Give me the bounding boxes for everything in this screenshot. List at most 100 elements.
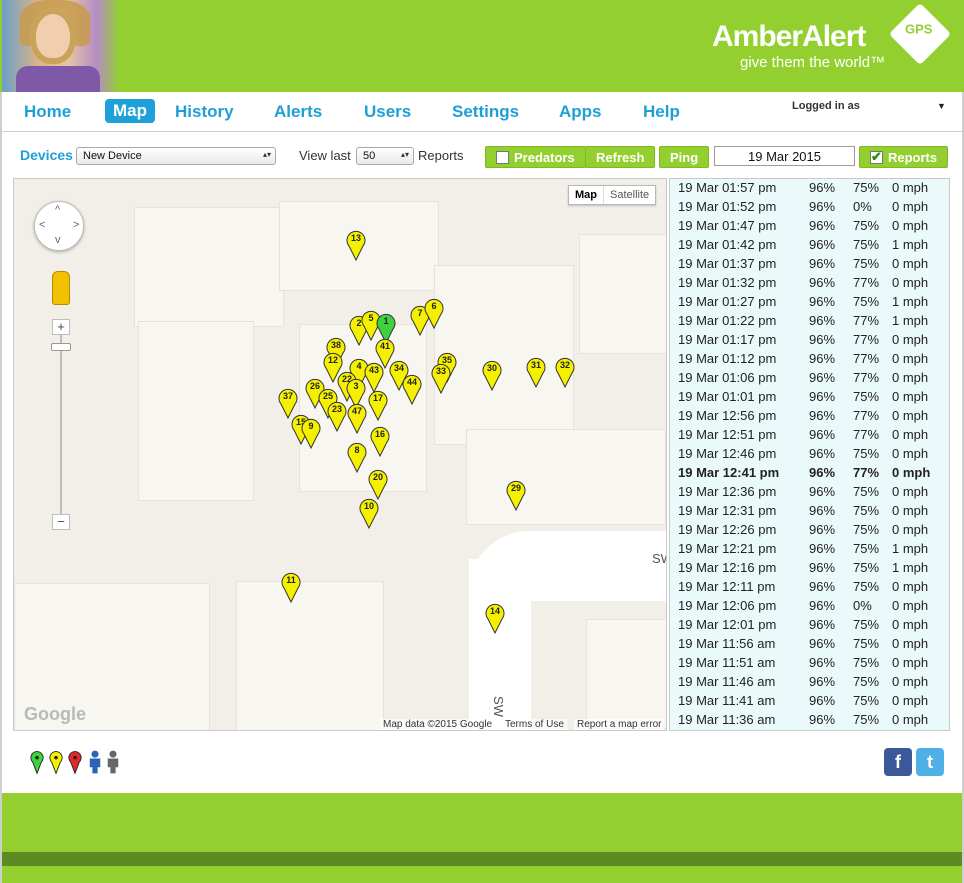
report-battery: 96% bbox=[809, 503, 836, 518]
report-time: 19 Mar 12:56 pm bbox=[678, 408, 777, 423]
report-row[interactable]: 19 Mar 12:46 pm 96% 75% 0 mph bbox=[670, 445, 949, 464]
main-nav: Home Map History Alerts Users Settings A… bbox=[2, 92, 962, 132]
report-row[interactable]: 19 Mar 12:21 pm 96% 75% 1 mph bbox=[670, 540, 949, 559]
report-row[interactable]: 19 Mar 12:01 pm 96% 75% 0 mph bbox=[670, 616, 949, 635]
report-row[interactable]: 19 Mar 12:36 pm 96% 75% 0 mph bbox=[670, 483, 949, 502]
site-footer bbox=[2, 793, 962, 883]
report-row[interactable]: 19 Mar 01:27 pm 96% 75% 1 mph bbox=[670, 293, 949, 312]
map-pin[interactable]: 32 bbox=[554, 356, 576, 388]
map-pin[interactable]: 9 bbox=[300, 417, 322, 449]
blue-person-icon[interactable] bbox=[88, 748, 102, 776]
map-pin[interactable]: 13 bbox=[345, 229, 367, 261]
zoom-slider-track[interactable] bbox=[60, 327, 62, 521]
map-pin[interactable]: 29 bbox=[505, 479, 527, 511]
map-type-map[interactable]: Map bbox=[569, 186, 604, 204]
report-speed: 1 mph bbox=[892, 237, 929, 252]
nav-help[interactable]: Help bbox=[643, 102, 680, 122]
map-pin[interactable]: 16 bbox=[369, 425, 391, 457]
map-view[interactable]: ^ < > v + − MapSatellite SW SW 132514176… bbox=[13, 178, 667, 731]
report-row[interactable]: 19 Mar 01:42 pm 96% 75% 1 mph bbox=[670, 236, 949, 255]
street-view-pegman-icon[interactable] bbox=[52, 271, 70, 305]
report-row[interactable]: 19 Mar 01:47 pm 96% 75% 0 mph bbox=[670, 217, 949, 236]
view-last-select[interactable]: 50 ▴▾ bbox=[356, 147, 414, 165]
reports-list[interactable]: 19 Mar 01:57 pm 96% 75% 0 mph 19 Mar 01:52 p… bbox=[669, 178, 950, 731]
report-row[interactable]: 19 Mar 12:31 pm 96% 75% 0 mph bbox=[670, 502, 949, 521]
report-speed: 0 mph bbox=[892, 427, 929, 442]
amberalert-logo[interactable]: AmberAlert GPS give them the world™ bbox=[712, 2, 952, 78]
report-row[interactable]: 19 Mar 12:16 pm 96% 75% 1 mph bbox=[670, 559, 949, 578]
report-row[interactable]: 19 Mar 11:36 am 96% 75% 0 mph bbox=[670, 711, 949, 730]
pan-control[interactable]: ^ < > v bbox=[34, 201, 84, 251]
report-time: 19 Mar 01:32 pm bbox=[678, 275, 777, 290]
date-field[interactable]: 19 Mar 2015 bbox=[714, 146, 855, 166]
nav-history[interactable]: History bbox=[175, 102, 234, 122]
map-pin[interactable]: 8 bbox=[346, 441, 368, 473]
red-pin-icon[interactable] bbox=[68, 748, 82, 776]
report-row[interactable]: 19 Mar 01:37 pm 96% 75% 0 mph bbox=[670, 255, 949, 274]
reports-toggle[interactable]: Reports bbox=[859, 146, 949, 168]
map-pin[interactable]: 17 bbox=[367, 389, 389, 421]
zoom-slider-knob[interactable] bbox=[51, 343, 71, 351]
map-pin[interactable]: 14 bbox=[484, 602, 506, 634]
map-pin[interactable]: 30 bbox=[481, 359, 503, 391]
report-row[interactable]: 19 Mar 11:56 am 96% 75% 0 mph bbox=[670, 635, 949, 654]
nav-users[interactable]: Users bbox=[364, 102, 411, 122]
report-row[interactable]: 19 Mar 01:22 pm 96% 77% 1 mph bbox=[670, 312, 949, 331]
report-signal: 0% bbox=[853, 199, 872, 214]
report-row[interactable]: 19 Mar 12:51 pm 96% 77% 0 mph bbox=[670, 426, 949, 445]
logged-in-label[interactable]: Logged in as bbox=[792, 100, 860, 112]
nav-home[interactable]: Home bbox=[24, 102, 71, 122]
device-select[interactable]: New Device ▴▾ bbox=[76, 147, 276, 165]
report-row[interactable]: 19 Mar 01:32 pm 96% 77% 0 mph bbox=[670, 274, 949, 293]
map-pin[interactable]: 44 bbox=[401, 373, 423, 405]
ping-button[interactable]: Ping bbox=[659, 146, 710, 168]
report-row[interactable]: 19 Mar 11:41 am 96% 75% 0 mph bbox=[670, 692, 949, 711]
map-pin[interactable]: 23 bbox=[326, 400, 348, 432]
facebook-icon[interactable]: f bbox=[884, 748, 912, 776]
map-pin[interactable]: 6 bbox=[423, 297, 445, 329]
map-pin[interactable]: 33 bbox=[430, 362, 452, 394]
nav-apps[interactable]: Apps bbox=[559, 102, 602, 122]
map-pin[interactable]: 20 bbox=[367, 468, 389, 500]
report-row[interactable]: 19 Mar 11:46 am 96% 75% 0 mph bbox=[670, 673, 949, 692]
report-row[interactable]: 19 Mar 12:06 pm 96% 0% 0 mph bbox=[670, 597, 949, 616]
map-pin[interactable]: 47 bbox=[346, 402, 368, 434]
green-pin-icon[interactable] bbox=[30, 748, 44, 776]
account-dropdown-icon[interactable]: ▼ bbox=[937, 101, 946, 111]
report-row[interactable]: 19 Mar 12:41 pm 96% 77% 0 mph bbox=[670, 464, 949, 483]
report-row[interactable]: 19 Mar 01:06 pm 96% 77% 0 mph bbox=[670, 369, 949, 388]
twitter-icon[interactable]: t bbox=[916, 748, 944, 776]
report-row[interactable]: 19 Mar 11:51 am 96% 75% 0 mph bbox=[670, 654, 949, 673]
map-pin-number: 29 bbox=[510, 483, 521, 493]
yellow-pin-icon[interactable] bbox=[49, 748, 63, 776]
map-pin[interactable]: 31 bbox=[525, 356, 547, 388]
report-row[interactable]: 19 Mar 01:52 pm 96% 0% 0 mph bbox=[670, 198, 949, 217]
map-pin[interactable]: 10 bbox=[358, 497, 380, 529]
gps-badge: GPS bbox=[888, 2, 952, 66]
report-map-error-link[interactable]: Report a map error bbox=[574, 719, 665, 730]
nav-map[interactable]: Map bbox=[105, 99, 155, 123]
refresh-button[interactable]: Refresh bbox=[585, 146, 656, 168]
gray-person-icon[interactable] bbox=[106, 748, 120, 776]
checkbox-icon[interactable] bbox=[496, 151, 509, 164]
report-row[interactable]: 19 Mar 12:56 pm 96% 77% 0 mph bbox=[670, 407, 949, 426]
report-row[interactable]: 19 Mar 01:17 pm 96% 77% 0 mph bbox=[670, 331, 949, 350]
report-battery: 96% bbox=[809, 465, 836, 480]
zoom-in-button[interactable]: + bbox=[52, 319, 70, 335]
map-pin[interactable]: 11 bbox=[280, 571, 302, 603]
nav-settings[interactable]: Settings bbox=[452, 102, 519, 122]
map-pin-number: 12 bbox=[327, 355, 338, 365]
report-row[interactable]: 19 Mar 12:11 pm 96% 75% 0 mph bbox=[670, 578, 949, 597]
zoom-out-button[interactable]: − bbox=[52, 514, 70, 530]
report-row[interactable]: 19 Mar 01:01 pm 96% 75% 0 mph bbox=[670, 388, 949, 407]
site-header: AmberAlert GPS give them the world™ bbox=[0, 0, 964, 92]
report-row[interactable]: 19 Mar 01:57 pm 96% 75% 0 mph bbox=[670, 179, 949, 198]
report-row[interactable]: 19 Mar 12:26 pm 96% 75% 0 mph bbox=[670, 521, 949, 540]
terms-of-use-link[interactable]: Terms of Use bbox=[502, 719, 567, 730]
nav-alerts[interactable]: Alerts bbox=[274, 102, 322, 122]
report-row[interactable]: 19 Mar 01:12 pm 96% 77% 0 mph bbox=[670, 350, 949, 369]
map-type-satellite[interactable]: Satellite bbox=[604, 186, 655, 204]
report-signal: 77% bbox=[853, 275, 880, 290]
predators-toggle[interactable]: Predators bbox=[485, 146, 586, 168]
checked-checkbox-icon[interactable] bbox=[870, 149, 883, 165]
